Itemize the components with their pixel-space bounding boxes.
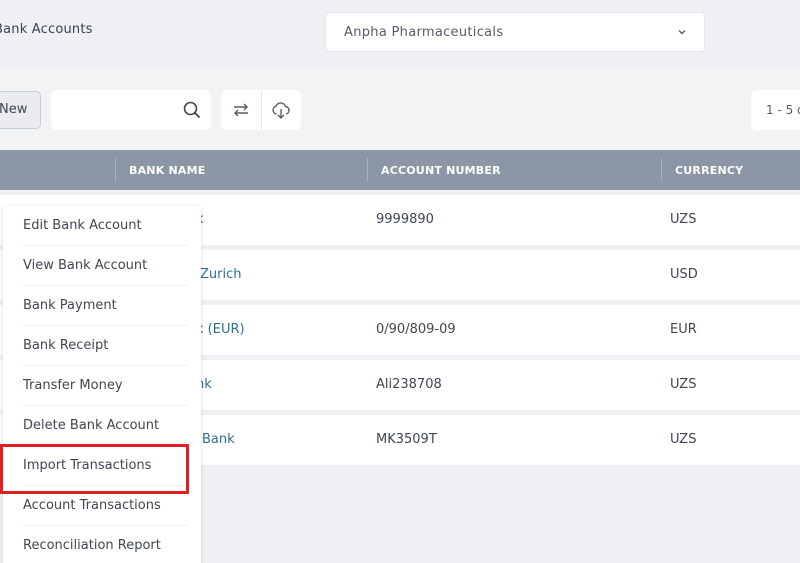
column-separator bbox=[115, 158, 116, 182]
row-context-menu: Edit Bank Account View Bank Account Bank… bbox=[3, 206, 201, 563]
currency-cell: EUR bbox=[670, 322, 697, 337]
column-separator bbox=[661, 158, 662, 182]
transfer-arrows-icon[interactable] bbox=[231, 100, 251, 120]
currency-cell: UZS bbox=[670, 377, 697, 392]
currency-cell: UZS bbox=[670, 432, 697, 447]
bank-name-cell[interactable]: Bank bbox=[202, 432, 235, 447]
bank-name-cell[interactable]: Zurich bbox=[200, 267, 242, 282]
account-number-cell: MK3509T bbox=[376, 432, 437, 447]
currency-cell: USD bbox=[670, 267, 698, 282]
import-transactions-highlight bbox=[0, 444, 189, 494]
search-input[interactable] bbox=[61, 98, 171, 122]
menu-item-view-bank-account[interactable]: View Bank Account bbox=[23, 246, 188, 286]
search-box bbox=[51, 90, 211, 130]
company-select-value: Anpha Pharmaceuticals bbox=[344, 25, 504, 40]
menu-item-transfer-money[interactable]: Transfer Money bbox=[23, 366, 188, 406]
bank-name-cell[interactable]: k (EUR) bbox=[196, 322, 245, 337]
menu-item-bank-payment[interactable]: Bank Payment bbox=[23, 286, 188, 326]
menu-item-edit-bank-account[interactable]: Edit Bank Account bbox=[23, 206, 188, 246]
menu-item-bank-receipt[interactable]: Bank Receipt bbox=[23, 326, 188, 366]
page-title: Bank Accounts bbox=[0, 22, 93, 37]
currency-cell: UZS bbox=[670, 212, 697, 227]
menu-item-reconciliation-report[interactable]: Reconciliation Report bbox=[23, 526, 188, 563]
column-separator bbox=[367, 158, 368, 182]
page-header: Bank Accounts Anpha Pharmaceuticals bbox=[0, 0, 800, 70]
account-number-cell: Ali238708 bbox=[376, 377, 442, 392]
table-header: BANK NAME ACCOUNT NUMBER CURRENCY bbox=[0, 150, 800, 190]
column-account-number[interactable]: ACCOUNT NUMBER bbox=[381, 150, 501, 190]
pagination-info: 1 - 5 of 5 bbox=[751, 90, 800, 130]
action-icon-group bbox=[221, 90, 301, 130]
company-select[interactable]: Anpha Pharmaceuticals bbox=[325, 12, 705, 52]
column-bank-name[interactable]: BANK NAME bbox=[129, 150, 205, 190]
column-currency[interactable]: CURRENCY bbox=[675, 150, 743, 190]
account-number-cell: 9999890 bbox=[376, 212, 434, 227]
chevron-down-icon bbox=[678, 30, 686, 35]
toolbar-divider bbox=[261, 90, 262, 130]
cloud-download-icon[interactable] bbox=[271, 100, 291, 120]
account-number-cell: 0/90/809-09 bbox=[376, 322, 456, 337]
search-icon[interactable] bbox=[183, 101, 201, 119]
menu-item-delete-bank-account[interactable]: Delete Bank Account bbox=[23, 406, 188, 446]
new-button[interactable]: New bbox=[0, 91, 41, 129]
